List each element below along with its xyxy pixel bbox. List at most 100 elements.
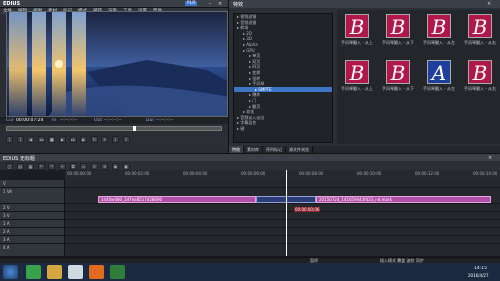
transition-thumbnail[interactable]: B 手风琴翻入 - 从上 — [337, 14, 377, 60]
tree-item-label: 音频淡入淡出 — [240, 114, 265, 120]
track-label: 4 A — [3, 245, 10, 250]
effects-title: 特效 — [233, 2, 244, 8]
loop-button[interactable]: ↻ — [90, 136, 98, 143]
set-in-button[interactable]: [ — [6, 136, 13, 143]
close-icon[interactable]: × — [218, 1, 222, 7]
next-frame-button[interactable]: ▶ — [80, 136, 88, 143]
delete-button[interactable]: ✕ — [90, 163, 98, 170]
ruler-label: 00:00:14:00 — [473, 171, 498, 176]
thumbnail-glyph: B — [345, 14, 369, 39]
ruler-label: 00:00:00:00 — [67, 171, 92, 176]
track-header[interactable]: 1 A — [0, 220, 65, 227]
track-header[interactable]: 3 A — [0, 236, 65, 243]
timeline-ruler[interactable]: 00:00:00:00 00:00:02:00 00:00:04:00 00:00:0… — [65, 170, 500, 180]
plr-badge[interactable]: PLR — [185, 1, 198, 6]
track-header[interactable]: 4 A — [0, 244, 65, 256]
track-label: 2 A — [3, 229, 10, 234]
tree-item-label: 2D — [246, 30, 252, 36]
tree-item-label: 键 — [240, 125, 245, 131]
save-button[interactable]: ▦ — [27, 163, 35, 170]
track-label: V — [3, 181, 6, 186]
transition-thumbnail[interactable]: B 手风琴翻入 - 从上 — [337, 60, 377, 106]
video-clip[interactable]: 20150724_141059443fd23_nd.mark — [316, 196, 491, 203]
tree-item-label: Alpha — [246, 41, 258, 47]
effects-panel: 特效 × ▸ 视频滤镜 ▸ 音频滤镜 ▸ 转场 ▸ 2D ▸ 3D ▸ Alpha ▸ GP… — [228, 0, 500, 153]
timeline-titlebar: EDIUS 无标题 × — [0, 153, 500, 162]
video-clip[interactable]: 1440w080_2d7ea8517d28690 — [98, 196, 256, 203]
track-label: 3 V — [3, 213, 10, 218]
paste-button[interactable]: ▭ — [80, 163, 88, 170]
rewind-button[interactable]: ◂◂ — [37, 136, 45, 143]
export-button[interactable]: ⇪ — [122, 136, 130, 143]
cut-button[interactable]: ✂ — [58, 163, 66, 170]
track-header[interactable]: 3 V — [0, 212, 65, 219]
tree-item-label: 视频滤镜 — [240, 14, 257, 19]
transition-thumbnail[interactable]: B 手风琴翻入 - 从下 — [378, 14, 418, 60]
transition-thumbnail[interactable]: B 手风琴翻入 - 从右 — [460, 60, 500, 106]
track-row: 4 A — [0, 244, 500, 257]
out-label: Out — [94, 118, 103, 123]
tree-item-label: 门 — [252, 97, 257, 103]
open-button[interactable]: ▤ — [16, 163, 24, 170]
transition-thumbnail[interactable]: B 手风琴翻入 - 从右 — [460, 14, 500, 60]
new-sequence-button[interactable]: ▢ — [6, 163, 13, 170]
effects-tab[interactable]: 源文件浏览 — [286, 146, 313, 153]
transition-thumbnail[interactable]: B 手风琴翻入 - 从下 — [378, 60, 418, 106]
set-out-button[interactable]: ] — [16, 136, 24, 143]
transition-thumbnail[interactable]: A 手风琴翻入 - 从左 — [419, 60, 459, 106]
scrub-bar[interactable] — [6, 126, 222, 131]
minimize-icon[interactable]: – — [209, 1, 212, 7]
tree-item-label: 音频滤镜 — [240, 19, 257, 25]
thumbnail-label: 手风琴翻入 - 从上 — [341, 86, 373, 91]
marker-button[interactable]: ◆ — [111, 163, 119, 170]
ruler-label: 00:00:12:00 — [415, 171, 440, 176]
taskbar-app-icon[interactable] — [26, 265, 41, 279]
dur-label: Dur — [146, 118, 155, 123]
start-button[interactable] — [3, 265, 18, 279]
effects-tree: ▸ 视频滤镜 ▸ 音频滤镜 ▸ 转场 ▸ 2D ▸ 3D ▸ Alpha ▸ GPU ▸ 单页… — [233, 13, 333, 143]
timeline-tracks: V 1 VA 2 V 3 V 1 A 2 A 3 A 4 A — [0, 180, 500, 257]
play-button[interactable]: ▶ — [58, 136, 66, 143]
transition-thumbnail[interactable]: B 手风琴翻入 - 从左 — [419, 14, 459, 60]
scrub-handle[interactable] — [133, 126, 136, 131]
ruler-label: 00:00:10:00 — [357, 171, 382, 176]
preview-image — [7, 12, 227, 116]
tree-item-label: 扭转 — [252, 75, 261, 81]
undo-button[interactable]: ↶ — [37, 163, 45, 170]
ruler-label: 00:00:08:00 — [299, 171, 324, 176]
render-button[interactable]: ▣ — [122, 163, 130, 170]
tree-item-label: 四页 — [252, 64, 261, 70]
effects-tab[interactable]: 序列标记 — [263, 146, 286, 153]
folder-icon[interactable] — [47, 265, 62, 279]
close-icon[interactable]: × — [487, 1, 491, 7]
playhead[interactable] — [286, 170, 287, 256]
track-row: 2 A — [0, 228, 500, 236]
overwrite-button[interactable]: ⇩ — [111, 136, 119, 143]
redo-button[interactable]: ↷ — [48, 163, 56, 170]
copy-button[interactable]: ⧉ — [69, 163, 77, 170]
track-header[interactable]: 1 VA — [0, 188, 65, 203]
thumbnail-label: 手风琴翻入 - 从右 — [464, 40, 496, 45]
track-label: 1 A — [3, 221, 10, 226]
track-header[interactable]: 2 A — [0, 228, 65, 235]
track-row: 1 A — [0, 220, 500, 228]
thumbnail-glyph: B — [468, 60, 492, 85]
clock-date: 2016/4/27 — [468, 273, 489, 278]
track-header[interactable]: V — [0, 180, 65, 187]
tree-item[interactable]: ▸ 键 — [234, 126, 332, 132]
forward-button[interactable]: ▸▸ — [69, 136, 77, 143]
video-preview — [6, 11, 228, 117]
ruler-label: 00:00:06:00 — [241, 171, 266, 176]
prev-frame-button[interactable]: ◀ — [27, 136, 35, 143]
track-header[interactable]: 2 V — [0, 204, 65, 211]
stop-button[interactable]: ■ — [48, 136, 56, 143]
edius-taskbar-icon[interactable] — [110, 265, 125, 279]
tree-item-label: 翻页 — [252, 103, 261, 109]
effects-tab[interactable]: 特效 — [229, 146, 244, 153]
thumbnail-label: 手风琴翻入 - 从下 — [382, 40, 414, 45]
insert-button[interactable]: + — [101, 136, 109, 143]
ripple-button[interactable]: ≋ — [101, 163, 109, 170]
explorer-icon[interactable] — [68, 265, 83, 279]
effects-tab[interactable]: 素材库 — [244, 146, 263, 153]
browser-icon[interactable] — [89, 265, 104, 279]
